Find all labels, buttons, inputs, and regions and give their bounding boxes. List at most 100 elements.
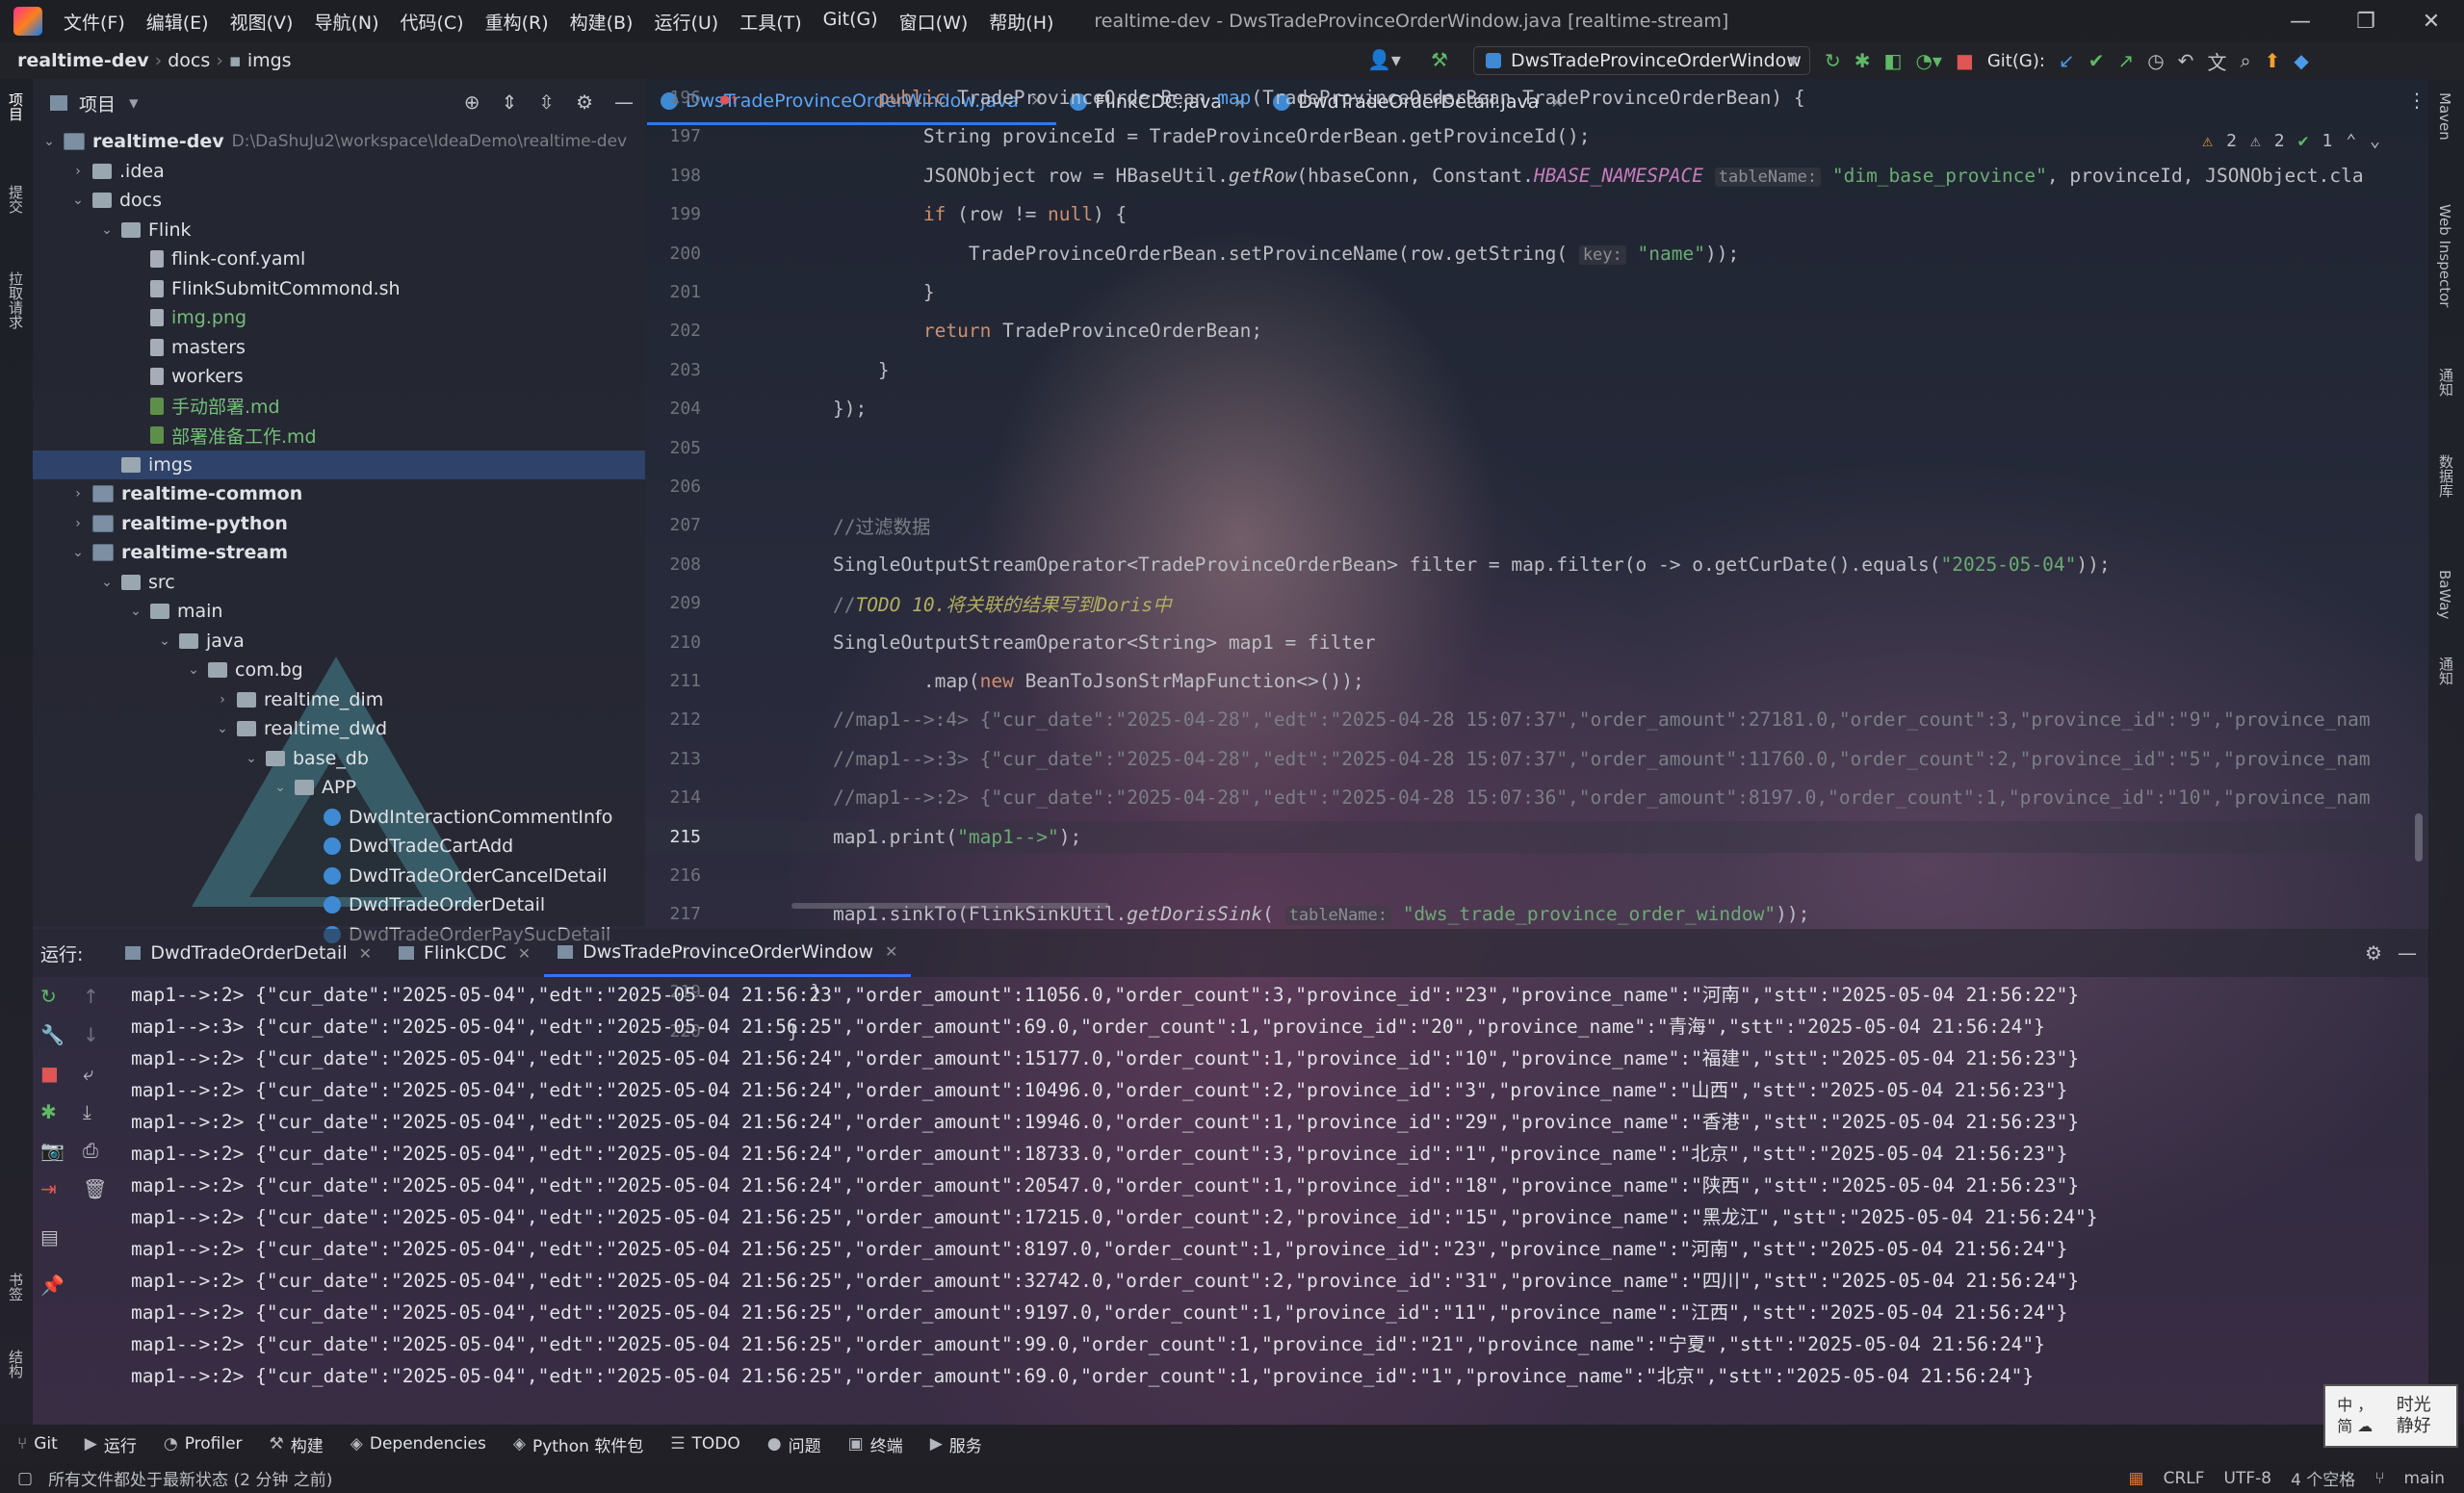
hide-panel-icon[interactable]: — [614,90,634,114]
tool-pull-requests[interactable]: 拉取请求 [6,271,26,329]
chevron-down-icon[interactable]: ⌄ [98,222,116,238]
hide-panel-icon[interactable]: — [2398,941,2417,965]
tool-project[interactable]: 项目 [6,92,26,121]
user-icon[interactable]: 👤▾ [1367,48,1401,71]
tree-item[interactable]: masters [33,333,246,362]
tree-item[interactable]: 手动部署.md [33,392,280,421]
build-hammer-icon[interactable]: ⚒ [1431,48,1448,71]
tree-item[interactable]: DwdTradeOrderCancelDetail [33,862,608,890]
close-icon[interactable]: ✕ [518,944,531,963]
indent-setting[interactable]: 4 个空格 [2291,1466,2355,1490]
debug-icon[interactable]: ✱ [40,1100,57,1123]
chevron-down-icon[interactable]: ⌄ [40,134,58,149]
tool-structure[interactable]: 结构 [6,1350,26,1378]
menu-10[interactable]: 窗口(W) [899,9,969,35]
chevron-down-icon[interactable]: ⌄ [156,633,173,649]
soft-wrap-icon[interactable]: ⤶ [83,1062,93,1085]
tree-item[interactable]: DwdTradeCartAdd [33,832,513,861]
pin-icon[interactable]: 📌 [40,1274,65,1297]
menu-8[interactable]: 工具(T) [739,9,801,35]
tree-item[interactable]: workers [33,362,244,391]
tree-item[interactable]: › .idea [33,157,165,186]
tool-maven[interactable]: Maven [2436,92,2453,141]
tool-web-inspector[interactable]: Web Inspector [2436,204,2453,307]
chevron-down-icon[interactable]: ⌄ [272,780,289,795]
tool-bookmarks[interactable]: 书签 [6,1273,26,1301]
editor-gutter[interactable]: ●↑ [720,87,788,109]
tree-item[interactable]: ⌄ com.bg [33,656,303,684]
menu-0[interactable]: 文件(F) [64,9,125,35]
tree-item[interactable]: ⌄ realtime-stream [33,538,288,567]
bottom-tool-8[interactable]: ▣ 终端 [848,1432,903,1456]
chevron-right-icon[interactable]: › [69,516,87,531]
breadcrumb-docs[interactable]: docs [168,50,210,71]
coverage-icon[interactable]: ◧ [1884,49,1903,72]
tree-item[interactable]: DwdInteractionCommentInfo [33,803,612,832]
menu-3[interactable]: 导航(N) [314,9,378,35]
tool-commit[interactable]: 提交 [6,185,26,214]
exit-icon[interactable]: ⇥ [40,1177,57,1200]
git-commit-icon[interactable]: ✔ [2088,49,2105,72]
status-message[interactable]: 所有文件都处于最新状态 (2 分钟 之前) [48,1466,332,1490]
ime-widget[interactable]: 中 ， 简 ☁ 时光 静好 [2323,1384,2458,1448]
print-icon[interactable]: ⎙ [83,1139,98,1162]
plugin-icon[interactable]: ◆ [2294,49,2308,72]
menu-6[interactable]: 构建(B) [570,9,634,35]
tree-item[interactable]: ⌄ src [33,568,175,597]
tree-item[interactable]: imgs [33,450,645,479]
tree-item[interactable]: ⌄ Flink [33,216,191,245]
stop-icon[interactable]: ■ [40,1062,59,1085]
rerun-icon[interactable]: ↻ [40,985,57,1008]
bottom-tool-3[interactable]: ⚒ 构建 [270,1432,324,1456]
locate-icon[interactable]: ⊕ [464,90,480,114]
collapse-all-icon[interactable]: ⇳ [538,90,555,114]
update-icon[interactable]: ⬆ [2265,49,2281,72]
trash-icon[interactable]: 🗑 [83,1177,107,1200]
rollback-icon[interactable]: ↶ [2178,49,2194,72]
bottom-tool-1[interactable]: ▶ 运行 [85,1432,137,1456]
bottom-tool-2[interactable]: ◔ Profiler [164,1434,243,1454]
tree-item[interactable]: ⌄ base_db [33,744,369,773]
bottom-tool-4[interactable]: ◈ Dependencies [350,1434,486,1454]
git-push-icon[interactable]: ↗ [2117,49,2134,72]
translate-icon[interactable]: 文 [2207,47,2226,75]
tree-item[interactable]: DwdTradeOrderDetail [33,890,545,919]
tree-item[interactable]: ⌄ java [33,627,245,656]
history-icon[interactable]: ◷ [2147,49,2164,72]
menu-4[interactable]: 代码(C) [400,9,463,35]
tool-database[interactable]: 数据库 [2436,454,2456,498]
tree-item[interactable]: › realtime-common [33,479,302,508]
run-tab[interactable]: DwdTradeOrderDetail ✕ [112,929,385,977]
line-separator[interactable]: CRLF [2164,1469,2205,1488]
horizontal-scrollbar[interactable] [791,903,1109,909]
chevron-down-icon[interactable]: ⌄ [214,721,231,736]
run-console[interactable]: map1-->:2> {"cur_date":"2025-05-04","edt… [131,977,2423,1401]
bottom-tool-7[interactable]: ● 问题 [767,1432,821,1456]
tree-item[interactable]: 部署准备工作.md [33,421,317,450]
menu-7[interactable]: 运行(U) [654,9,718,35]
menu-9[interactable]: Git(G) [823,9,878,35]
chevron-down-icon[interactable]: ⌄ [98,575,116,590]
profile-icon[interactable]: ◔▾ [1915,49,1942,72]
chevron-down-icon[interactable]: ⌄ [243,751,260,766]
menu-2[interactable]: 视图(V) [230,9,294,35]
breadcrumb-imgs[interactable]: imgs [247,50,292,71]
tree-item[interactable]: ⌄ APP [33,773,356,802]
scroll-down-icon[interactable]: ↓ [83,1023,99,1046]
wrench-icon[interactable]: 🔧 [40,1023,65,1046]
gear-icon[interactable]: ⚙ [576,90,593,114]
bottom-tool-6[interactable]: ☰ TODO [670,1434,740,1454]
tree-item[interactable]: › realtime-python [33,509,288,538]
breadcrumb-project[interactable]: realtime-dev [17,50,149,71]
chevron-down-icon[interactable]: ⌄ [69,545,87,560]
stop-icon[interactable]: ■ [1956,49,1974,72]
project-panel-title[interactable]: 项目 [79,90,116,116]
tree-item[interactable]: ⌄ realtime_dwd [33,714,387,743]
run-tab[interactable]: FlinkCDC ✕ [385,929,544,977]
chevron-down-icon[interactable]: ⌄ [69,193,87,208]
tree-item[interactable]: › realtime_dim [33,685,383,714]
tool-notifications-2[interactable]: 通知 [2436,656,2456,685]
chevron-down-icon[interactable]: ⌄ [127,604,144,619]
bottom-tool-0[interactable]: ⑂ Git [17,1434,58,1454]
tool-notifications[interactable]: 通知 [2436,368,2456,397]
